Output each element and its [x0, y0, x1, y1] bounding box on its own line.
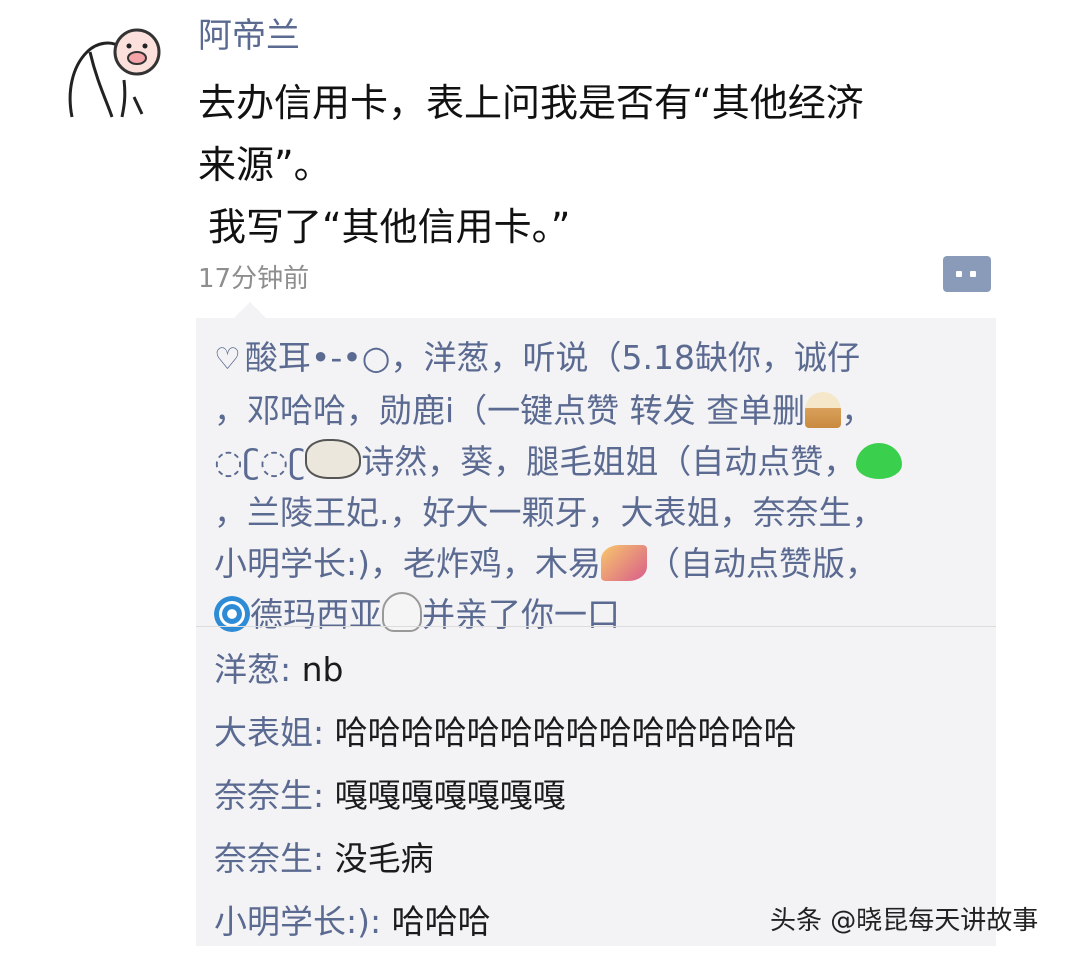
liker-names[interactable]: 并亲了你一口: [422, 595, 620, 634]
username[interactable]: 阿帝兰: [198, 8, 300, 57]
comment-author[interactable]: 小明学长:): [214, 902, 370, 941]
likes-line: ，邓哈哈，勋鹿i（一键点赞 转发 查单删 ，: [214, 385, 989, 436]
comment-separator: :: [280, 650, 302, 689]
comment-list: 洋葱: nb 大表姐: 哈哈哈哈哈哈哈哈哈哈哈哈哈哈 奈奈生: 嘎嘎嘎嘎嘎嘎嘎 奈奈生…: [214, 638, 797, 953]
timestamp: 17分钟前: [198, 264, 310, 294]
likes-list: ♡ 酸耳•-•○，洋葱，听说（5.18缺你，诚仔 ，邓哈哈，勋鹿i（一键点赞 转发 …: [214, 332, 989, 640]
comment-author[interactable]: 奈奈生: [214, 776, 313, 815]
avatar[interactable]: [62, 22, 162, 122]
nail-polish-emoji-icon: [601, 545, 647, 581]
comment-row[interactable]: 奈奈生: 没毛病: [214, 827, 797, 890]
comment-separator: :: [313, 776, 335, 815]
post-text-line: 去办信用卡，表上问我是否有“其他经济: [198, 81, 864, 125]
liker-names[interactable]: 诗然，葵，腿毛姐姐（自动点赞，: [361, 442, 856, 481]
post-text-line: 我写了“其他信用卡。”: [208, 205, 571, 249]
comment-separator: :: [370, 902, 392, 941]
likes-comments-panel: ♡ 酸耳•-•○，洋葱，听说（5.18缺你，诚仔 ，邓哈哈，勋鹿i（一键点赞 转发 …: [196, 318, 996, 946]
liker-names[interactable]: 德玛西亚: [250, 595, 382, 634]
liker-names[interactable]: 酸耳•-•○，洋葱，听说（5.18缺你，诚仔: [245, 338, 860, 377]
comment-separator: :: [313, 839, 335, 878]
comment-text: 嘎嘎嘎嘎嘎嘎嘎: [334, 776, 566, 815]
post-text-line: 来源”。: [198, 143, 332, 187]
comment-author[interactable]: 洋葱: [214, 650, 280, 689]
likes-line: ♡ 酸耳•-•○，洋葱，听说（5.18缺你，诚仔: [214, 332, 989, 385]
post-text: 去办信用卡，表上问我是否有“其他经济 来源”。 我写了“其他信用卡。”: [198, 72, 1018, 258]
comment-row[interactable]: 洋葱: nb: [214, 638, 797, 701]
likes-line: ◌ʗ◌ʗ 诗然，葵，腿毛姐姐（自动点赞，: [214, 436, 989, 487]
heart-outline-icon: ♡: [214, 342, 241, 377]
comment-text: nb: [301, 650, 344, 689]
comment-text: 没毛病: [334, 839, 434, 878]
comment-row[interactable]: 大表姐: 哈哈哈哈哈哈哈哈哈哈哈哈哈哈: [214, 701, 797, 764]
comment-author[interactable]: 奈奈生: [214, 839, 313, 878]
comment-button[interactable]: [943, 256, 991, 292]
comment-separator: :: [313, 713, 335, 752]
comment-text: 哈哈哈哈哈哈哈哈哈哈哈哈哈哈: [334, 713, 797, 752]
liker-names[interactable]: ，邓哈哈，勋鹿i（一键点赞 转发 查单删: [214, 391, 805, 430]
liker-names[interactable]: ◌ʗ◌ʗ: [214, 442, 305, 481]
liker-names[interactable]: （自动点赞版，: [647, 544, 878, 583]
divider: [196, 626, 996, 627]
ice-cream-emoji-icon: [805, 392, 842, 428]
comment-row[interactable]: 奈奈生: 嘎嘎嘎嘎嘎嘎嘎: [214, 764, 797, 827]
avatar-pig-doodle-icon: [68, 28, 161, 118]
watermark: 头条 @晓昆每天讲故事: [770, 906, 1039, 936]
likes-line: ，兰陵王妃.，好大一颗牙，大表姐，奈奈生，: [214, 487, 989, 538]
comment-row[interactable]: 小明学长:): 哈哈哈: [214, 890, 797, 953]
liker-names[interactable]: ，兰陵王妃.，好大一颗牙，大表姐，奈奈生，: [214, 493, 885, 532]
likes-line: 小明学长:)，老炸鸡，木易 （自动点赞版，: [214, 538, 989, 589]
liker-names[interactable]: ，: [841, 391, 874, 430]
comment-text: 哈哈哈: [391, 902, 491, 941]
comment-author[interactable]: 大表姐: [214, 713, 313, 752]
sheep-emoji-icon: [305, 439, 362, 479]
green-heart-emoji-icon: [856, 443, 903, 479]
likes-line: 德玛西亚 并亲了你一口: [214, 589, 989, 640]
liker-names[interactable]: 小明学长:)，老炸鸡，木易: [214, 544, 601, 583]
